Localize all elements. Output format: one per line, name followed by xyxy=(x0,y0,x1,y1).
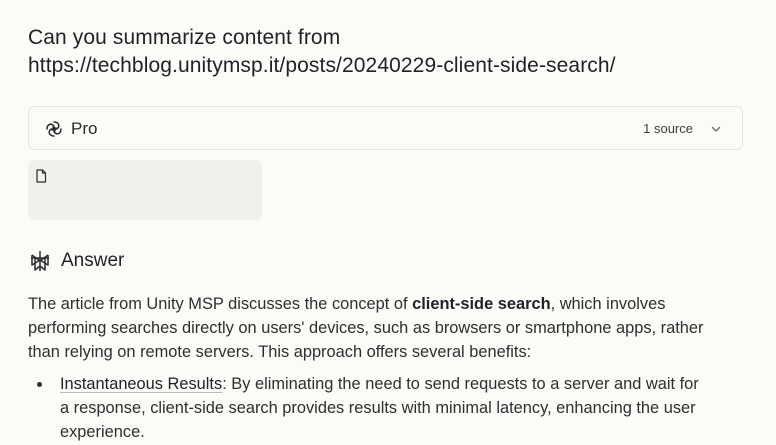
bullet-lead[interactable]: Instantaneous Results xyxy=(60,375,222,393)
intro-bold-term: client-side search xyxy=(412,295,551,313)
query-url: https://techblog.unitymsp.it/posts/20240… xyxy=(28,54,616,77)
pro-label: Pro xyxy=(71,119,98,138)
pro-search-bar[interactable]: Pro 1 source xyxy=(28,106,743,150)
source-card[interactable] xyxy=(28,160,262,220)
user-query: Can you summarize content from https://t… xyxy=(28,24,748,80)
answer-bullet-list: Instantaneous Results: By eliminating th… xyxy=(28,372,728,444)
perplexity-logo-icon xyxy=(31,251,49,271)
answer-intro: The article from Unity MSP discusses the… xyxy=(28,292,728,364)
sources-count[interactable]: 1 source xyxy=(643,121,693,137)
document-icon xyxy=(36,169,47,183)
answer-body: The article from Unity MSP discusses the… xyxy=(28,292,728,444)
list-item: Instantaneous Results: By eliminating th… xyxy=(28,372,708,444)
query-line-1: Can you summarize content from xyxy=(28,26,341,49)
answer-title: Answer xyxy=(61,250,125,271)
bullet-dot xyxy=(37,382,42,387)
chevron-down-icon[interactable] xyxy=(710,123,722,135)
pro-swirl-icon xyxy=(46,121,62,137)
intro-text-before: The article from Unity MSP discusses the… xyxy=(28,295,413,313)
